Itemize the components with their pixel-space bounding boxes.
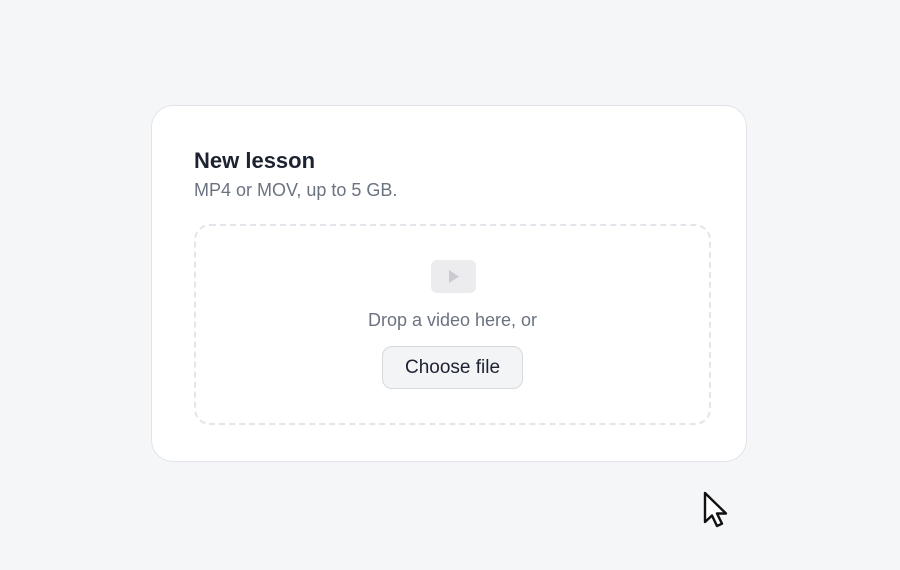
- drop-prompt: Drop a video here, or: [367, 310, 538, 330]
- card-subtitle: MP4 or MOV, up to 5 GB.: [194, 180, 398, 200]
- video-dropzone[interactable]: Drop a video here, or Choose file: [194, 224, 711, 425]
- new-lesson-card: New lesson MP4 or MOV, up to 5 GB. Drop …: [151, 105, 747, 462]
- video-play-icon: [431, 260, 476, 293]
- choose-file-button[interactable]: Choose file: [382, 346, 523, 389]
- mouse-pointer-icon: [703, 491, 731, 534]
- card-title: New lesson: [194, 148, 316, 173]
